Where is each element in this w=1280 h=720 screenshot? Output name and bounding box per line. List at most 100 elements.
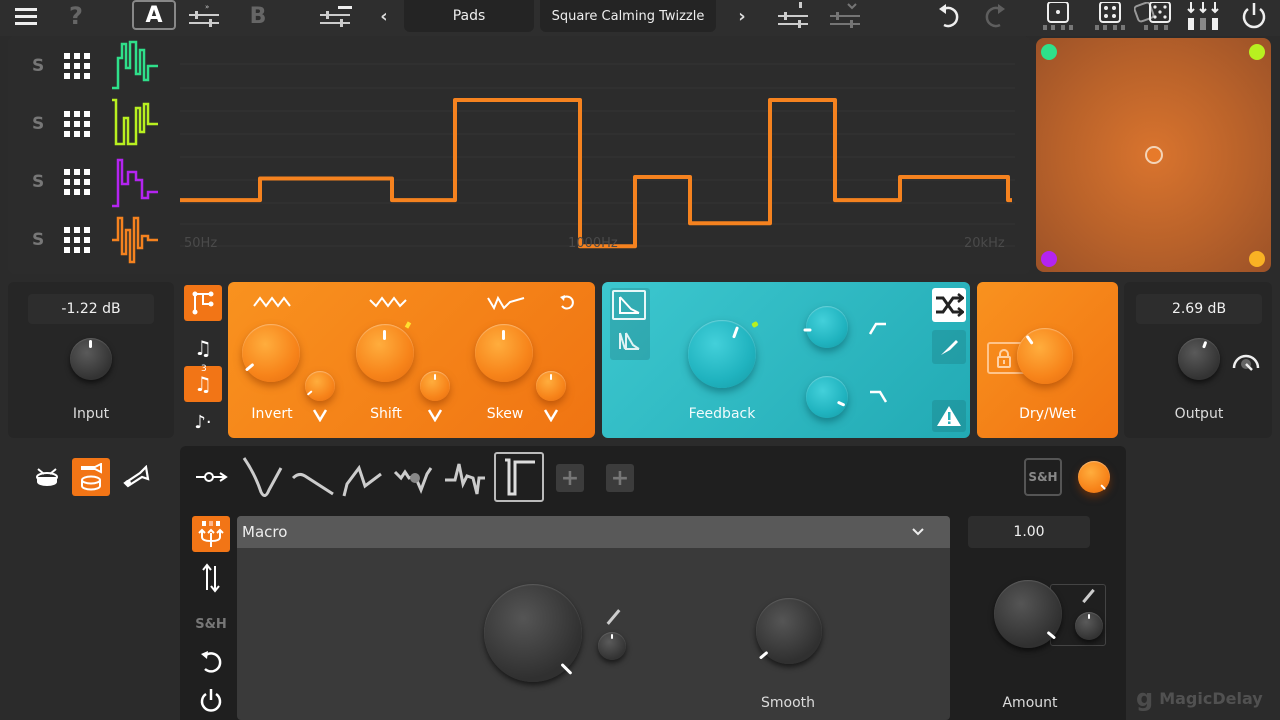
grid-icon[interactable] [64, 169, 90, 195]
shape-wiggle-button[interactable] [392, 452, 438, 502]
xy-morph-pad[interactable] [1036, 38, 1271, 272]
invert-knob[interactable] [242, 324, 300, 382]
amount-mod-knob[interactable] [1075, 612, 1103, 640]
amount-knob[interactable] [994, 580, 1062, 648]
grid-icon[interactable] [64, 227, 90, 253]
shift-knob[interactable] [356, 324, 414, 382]
amount-label: Amount [1002, 695, 1058, 711]
input-value[interactable]: -1.22 dB [28, 294, 154, 324]
shuffle-button[interactable] [932, 288, 966, 322]
skew-dropdown-icon[interactable] [543, 408, 559, 422]
macro-source-dropdown[interactable]: Macro [237, 516, 950, 548]
macro-knob[interactable] [484, 584, 582, 682]
category-selector[interactable]: Pads [404, 0, 534, 32]
up-down-arrows-icon [202, 563, 220, 593]
copy-a-to-b-icon[interactable]: » [186, 0, 222, 32]
spectrum-graph[interactable]: 50Hz 1000Hz 20kHz [180, 36, 1020, 274]
grid-icon[interactable] [64, 111, 90, 137]
retrigger-button[interactable] [192, 644, 230, 680]
hamburger-menu-icon[interactable] [12, 0, 40, 32]
v-shape-icon [242, 457, 283, 497]
reset-icon[interactable] [558, 294, 576, 312]
lane-1: S [8, 38, 178, 94]
undo-icon[interactable] [934, 0, 966, 32]
lane-waveform-3[interactable] [110, 154, 162, 210]
shape-v-button[interactable] [240, 452, 286, 502]
warning-button[interactable] [932, 400, 966, 432]
shift-dropdown-icon[interactable] [427, 408, 443, 422]
smooth-knob[interactable] [756, 598, 822, 664]
grid-icon[interactable] [64, 53, 90, 79]
xy-cursor[interactable] [1144, 146, 1163, 164]
prev-preset-icon[interactable]: ‹ [374, 0, 394, 32]
corner-dot-top-left [1041, 44, 1057, 60]
output-knob[interactable] [1178, 338, 1220, 380]
input-arrow-icon [196, 472, 228, 482]
drywet-knob[interactable] [1017, 328, 1073, 384]
macro-mod-knob[interactable] [598, 632, 626, 660]
drum-horn-mode-button[interactable] [72, 458, 110, 496]
lfo-input-button[interactable] [194, 452, 230, 502]
lowcut-knob[interactable] [803, 306, 848, 348]
solo-button[interactable]: S [32, 230, 44, 250]
help-icon[interactable]: ? [62, 0, 90, 32]
mod-power-button[interactable] [192, 682, 230, 718]
routing-button[interactable] [184, 285, 222, 321]
lock-sliders-icon[interactable] [826, 0, 866, 32]
drum-mode-button[interactable] [32, 462, 62, 492]
invert-dropdown-icon[interactable] [312, 408, 328, 422]
lane-waveform-4[interactable] [110, 212, 162, 268]
dice-four-icon[interactable] [1092, 0, 1128, 32]
dice-multi-icon[interactable] [1132, 0, 1176, 32]
randomize-sliders-icon[interactable] [774, 0, 814, 32]
output-meter-icon[interactable] [1230, 346, 1262, 374]
dice-one-icon[interactable] [1040, 0, 1076, 32]
note-straight-button[interactable]: ♫ [184, 330, 222, 366]
power-icon[interactable] [1238, 0, 1270, 32]
note-dotted-button[interactable]: ♪· [184, 404, 222, 440]
solo-button[interactable]: S [32, 56, 44, 76]
shape-zigzag-button[interactable] [340, 452, 386, 502]
lane-waveform-2[interactable] [110, 96, 162, 152]
preset-name-label: Square Calming Twizzle [551, 8, 705, 24]
skew-mod-knob[interactable] [536, 371, 566, 401]
next-preset-icon[interactable]: › [732, 0, 752, 32]
skew-label: Skew [486, 406, 524, 422]
add-shape-button-2[interactable]: + [606, 464, 634, 492]
lane-waveform-1[interactable] [110, 38, 162, 94]
wiggle-shape-icon [393, 467, 433, 495]
amount-value[interactable]: 1.00 [968, 516, 1090, 548]
shape-ramp-button[interactable] [290, 452, 336, 502]
shape-spike-button[interactable] [442, 452, 488, 502]
add-shape-button-1[interactable]: + [556, 464, 584, 492]
solo-button[interactable]: S [32, 114, 44, 134]
sliders-settings-icon[interactable] [316, 0, 356, 32]
horn-mode-button[interactable] [120, 462, 152, 492]
solo-button[interactable]: S [32, 172, 44, 192]
bandpass-mode-button[interactable] [614, 326, 644, 356]
randomize-all-icon[interactable] [1184, 0, 1224, 32]
sample-hold-toggle[interactable]: S&H [192, 606, 230, 642]
feedback-knob[interactable] [688, 320, 756, 388]
preset-a-button[interactable]: A [132, 0, 176, 30]
highcut-knob[interactable] [806, 376, 848, 418]
lowpass-mode-button[interactable] [612, 290, 646, 320]
knife-button[interactable] [932, 330, 966, 364]
redo-icon[interactable] [978, 0, 1010, 32]
preset-name-selector[interactable]: Square Calming Twizzle [540, 0, 716, 32]
bipolar-button[interactable] [192, 560, 230, 596]
skew-knob[interactable] [475, 324, 533, 382]
svg-text:»: » [205, 3, 209, 11]
filter-panel: Feedback [602, 282, 970, 438]
output-value[interactable]: 2.69 dB [1136, 294, 1262, 324]
invert-mod-knob[interactable] [305, 371, 335, 401]
note-triplet-button[interactable]: ♫ 3 [184, 364, 222, 402]
rate-knob[interactable] [1078, 461, 1110, 493]
input-knob[interactable] [70, 338, 112, 380]
shape-pulse-button[interactable] [494, 452, 544, 502]
preset-b-button[interactable]: B [244, 0, 272, 32]
sample-hold-button[interactable]: S&H [1024, 458, 1062, 496]
pulse-shape-icon [505, 458, 535, 496]
shift-mod-knob[interactable] [420, 371, 450, 401]
macro-source-button[interactable] [192, 516, 230, 552]
